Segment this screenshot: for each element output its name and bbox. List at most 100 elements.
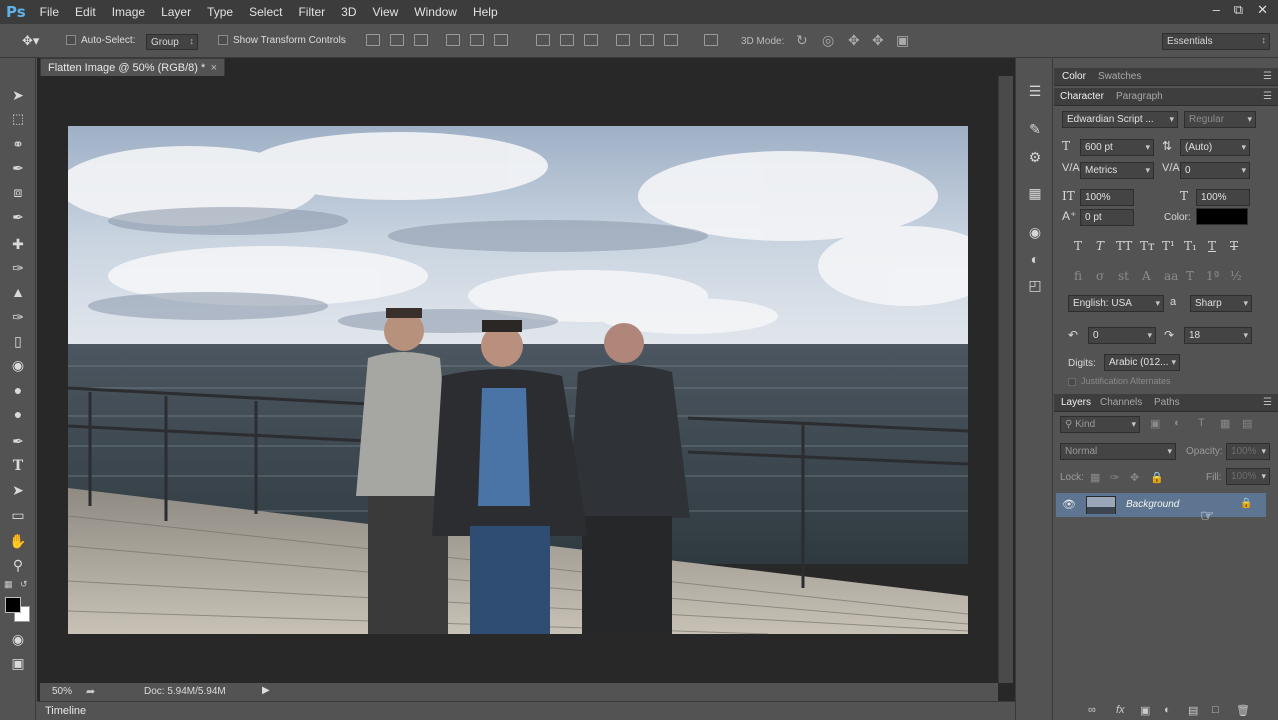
adjustments-panel-icon[interactable]: ⚙ xyxy=(1026,148,1044,166)
distribute-bottom-icon[interactable] xyxy=(584,34,598,46)
tab-swatches[interactable]: Swatches xyxy=(1098,71,1141,82)
underline-icon[interactable]: T xyxy=(1208,239,1216,253)
distribute-left-icon[interactable] xyxy=(616,34,630,46)
filter-smart-object-icon[interactable]: ▤ xyxy=(1242,417,1252,430)
discretionary-ligatures-icon[interactable]: st xyxy=(1118,269,1129,283)
justification-alternates-checkbox[interactable]: Justification Alternates xyxy=(1068,376,1171,386)
diacritic-position-field-1[interactable]: 0 xyxy=(1088,327,1156,344)
digits-select[interactable]: Arabic (012... xyxy=(1104,354,1180,371)
filter-shape-icon[interactable]: ▦ xyxy=(1220,417,1230,430)
paint-bucket-tool-icon[interactable]: ◉ xyxy=(8,356,28,374)
lock-position-icon[interactable]: ✥ xyxy=(1130,471,1139,484)
auto-select-dropdown[interactable]: Group xyxy=(146,34,198,50)
lasso-tool-icon[interactable]: ⚭ xyxy=(8,135,28,153)
fractions-icon[interactable]: ½ xyxy=(1230,269,1242,283)
layer-style-icon[interactable]: fx xyxy=(1116,704,1125,716)
align-left-icon[interactable] xyxy=(446,34,460,46)
small-caps-icon[interactable]: Tᴛ xyxy=(1140,239,1155,253)
strikethrough-icon[interactable]: T xyxy=(1230,239,1238,253)
align-bottom-icon[interactable] xyxy=(414,34,428,46)
faux-bold-icon[interactable]: T xyxy=(1074,239,1082,253)
diacritic-position-field-2[interactable]: 18 xyxy=(1184,327,1252,344)
menu-file[interactable]: File xyxy=(40,5,59,19)
share-icon[interactable]: ➦ xyxy=(86,685,95,698)
menu-filter[interactable]: Filter xyxy=(298,5,325,19)
font-style-select[interactable]: Regular xyxy=(1184,111,1256,128)
menu-image[interactable]: Image xyxy=(112,5,145,19)
vertical-scale-field[interactable]: 100% xyxy=(1080,189,1134,206)
healing-brush-tool-icon[interactable]: ✚ xyxy=(8,235,28,253)
font-family-select[interactable]: Edwardian Script ... xyxy=(1062,111,1178,128)
faux-italic-icon[interactable]: T xyxy=(1096,239,1104,253)
align-right-icon[interactable] xyxy=(494,34,508,46)
tab-channels[interactable]: Channels xyxy=(1100,397,1142,408)
baseline-shift-field[interactable]: 0 pt xyxy=(1080,209,1134,226)
panel-menu-icon[interactable]: ☰ xyxy=(1263,91,1272,102)
vertical-scrollbar[interactable] xyxy=(998,76,1013,683)
new-layer-icon[interactable]: □ xyxy=(1212,704,1219,716)
layer-filter-kind-select[interactable]: ⚲ Kind xyxy=(1060,416,1140,433)
lock-transparent-icon[interactable]: ▦ xyxy=(1090,471,1100,484)
3d-scale-icon[interactable]: ▣ xyxy=(896,32,909,49)
lock-image-icon[interactable]: ✑ xyxy=(1110,471,1119,484)
distribute-hcenter-icon[interactable] xyxy=(640,34,654,46)
status-menu-arrow-icon[interactable]: ▶ xyxy=(262,685,270,696)
hand-tool-icon[interactable]: ✋ xyxy=(8,532,28,550)
pen-tool-icon[interactable]: ✒ xyxy=(8,432,28,450)
kerning-field[interactable]: Metrics xyxy=(1080,162,1154,179)
brush-presets-icon[interactable]: ◐ xyxy=(1026,250,1044,268)
tab-paths[interactable]: Paths xyxy=(1154,397,1180,408)
menu-view[interactable]: View xyxy=(372,5,398,19)
show-transform-checkbox[interactable]: Show Transform Controls xyxy=(218,35,346,46)
leading-field[interactable]: (Auto) xyxy=(1180,139,1250,156)
zoom-tool-icon[interactable]: ⚲ xyxy=(8,556,28,574)
tab-paragraph[interactable]: Paragraph xyxy=(1116,91,1163,102)
layer-name[interactable]: Background xyxy=(1126,499,1179,510)
history-brush-tool-icon[interactable]: ✑ xyxy=(8,308,28,326)
styles-panel-icon[interactable]: ◉ xyxy=(1026,223,1044,241)
filter-adjustment-icon[interactable]: ◐ xyxy=(1174,417,1181,429)
distribute-top-icon[interactable] xyxy=(536,34,550,46)
antialias-select[interactable]: Sharp xyxy=(1190,295,1252,312)
dodge-tool-icon[interactable]: ● xyxy=(8,405,28,423)
default-colors-icon[interactable]: ▦ xyxy=(4,579,13,590)
opacity-field[interactable]: 100% xyxy=(1226,443,1270,460)
align-hcenter-icon[interactable] xyxy=(470,34,484,46)
blend-mode-select[interactable]: Normal xyxy=(1060,443,1176,460)
properties-panel-icon[interactable]: ▦ xyxy=(1026,184,1044,202)
blur-tool-icon[interactable]: ● xyxy=(8,381,28,399)
text-color-swatch[interactable] xyxy=(1196,208,1248,225)
history-panel-icon[interactable]: ☰ xyxy=(1026,82,1044,100)
crop-tool-icon[interactable]: ⧈ xyxy=(8,183,28,201)
panel-menu-icon[interactable]: ☰ xyxy=(1263,71,1272,82)
document-canvas-photo[interactable] xyxy=(68,126,968,634)
3d-pan-icon[interactable]: ✥ xyxy=(848,32,860,49)
menu-layer[interactable]: Layer xyxy=(161,5,191,19)
delete-layer-icon[interactable]: 🗑 xyxy=(1236,704,1250,717)
menu-3d[interactable]: 3D xyxy=(341,5,356,19)
all-caps-icon[interactable]: TT xyxy=(1116,239,1132,253)
path-selection-tool-icon[interactable]: ➤ xyxy=(8,481,28,499)
menu-window[interactable]: Window xyxy=(414,5,457,19)
restore-button[interactable]: ⧉ xyxy=(1234,2,1243,18)
zoom-level[interactable]: 50% xyxy=(52,686,72,697)
filter-pixel-icon[interactable]: ▣ xyxy=(1150,417,1160,430)
3d-orbit-icon[interactable]: ↻ xyxy=(796,32,808,49)
quick-select-tool-icon[interactable]: ✒ xyxy=(8,159,28,177)
horizontal-scale-field[interactable]: 100% xyxy=(1196,189,1250,206)
link-layers-icon[interactable]: ∞ xyxy=(1088,704,1096,716)
tab-layers[interactable]: Layers xyxy=(1061,397,1091,408)
eyedropper-tool-icon[interactable]: ✒ xyxy=(8,208,28,226)
clone-stamp-tool-icon[interactable]: ▲ xyxy=(8,283,28,301)
lock-all-icon[interactable]: 🔒 xyxy=(1150,471,1164,484)
move-tool-icon[interactable]: ➤ xyxy=(8,86,28,104)
actions-panel-icon[interactable]: ✎ xyxy=(1026,120,1044,138)
superscript-icon[interactable]: T¹ xyxy=(1162,239,1175,253)
menu-edit[interactable]: Edit xyxy=(75,5,96,19)
menu-type[interactable]: Type xyxy=(207,5,233,19)
align-top-icon[interactable] xyxy=(366,34,380,46)
eraser-tool-icon[interactable]: ▯ xyxy=(8,332,28,350)
glyphs-panel-icon[interactable]: ◰ xyxy=(1026,276,1044,294)
screen-mode-icon[interactable]: ▣ xyxy=(8,654,28,672)
tab-color[interactable]: Color xyxy=(1062,71,1086,82)
